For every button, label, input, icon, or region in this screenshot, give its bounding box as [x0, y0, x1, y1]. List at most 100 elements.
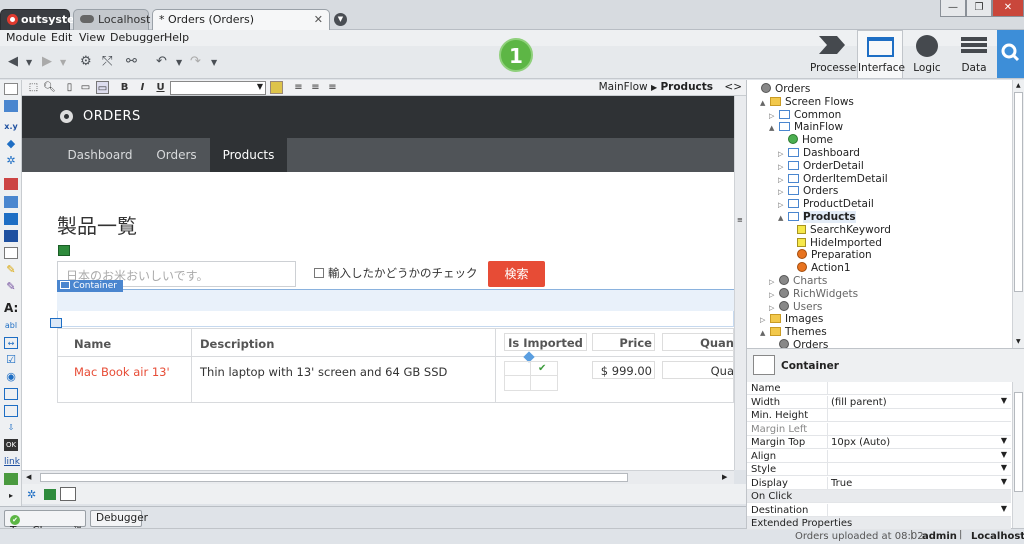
table-row[interactable]: Mac Book air 13' Thin laptop with 13' sc… — [58, 351, 734, 403]
tree-node[interactable]: ▷ Dashboard — [778, 147, 860, 159]
list-records-widget-icon[interactable] — [4, 213, 18, 225]
canvas-horizontal-scrollbar[interactable]: ◀ ▶ — [22, 470, 734, 484]
collapse-arrow-icon[interactable]: ▲ — [778, 214, 786, 222]
style-icon[interactable] — [270, 81, 283, 94]
mobile-preview-icon[interactable]: ▯ — [63, 81, 76, 94]
redo-icon[interactable]: ↷ — [190, 54, 201, 69]
tree-node[interactable]: Action1 — [787, 262, 851, 274]
tab-orders-module[interactable]: * Orders (Orders) ✕ — [152, 9, 330, 31]
button-widget-icon[interactable]: ✎ — [4, 281, 18, 293]
excel-small-icon[interactable] — [44, 489, 56, 500]
status-server[interactable]: Localhost — [971, 531, 1024, 542]
tree-node[interactable]: Home — [778, 134, 833, 146]
combo-widget-icon[interactable] — [4, 388, 18, 400]
chevron-down-icon[interactable]: ▼ — [1001, 396, 1007, 405]
expand-arrow-icon[interactable]: ▷ — [769, 112, 777, 120]
expression-widget-icon[interactable]: x.y — [4, 121, 18, 133]
column-header-description[interactable]: Description — [200, 337, 274, 351]
close-tab-icon[interactable]: ✕ — [314, 13, 323, 26]
tab-debugger[interactable]: Debugger — [90, 510, 148, 527]
column-header-price[interactable]: Price — [592, 333, 655, 351]
tree-node[interactable]: ▷ OrderDetail — [778, 160, 864, 172]
imported-checkbox[interactable] — [314, 268, 324, 278]
app-nav-products[interactable]: Products — [210, 138, 287, 172]
references-icon[interactable]: ⤲ — [102, 54, 112, 69]
align-left-icon[interactable]: ≡ — [292, 81, 305, 94]
label-widget-icon[interactable]: abl — [4, 320, 18, 332]
align-right-icon[interactable]: ≡ — [326, 81, 339, 94]
menu-debugger[interactable]: Debugger — [110, 31, 164, 44]
tab-outsystems-logo[interactable]: outsystems — [0, 9, 93, 30]
property-row[interactable]: Align ▼ — [747, 449, 1011, 463]
collapse-arrow-icon[interactable]: ▲ — [769, 124, 777, 132]
app-nav-dashboard[interactable]: Dashboard — [58, 138, 142, 172]
column-header-quantity[interactable]: Quan — [662, 333, 734, 351]
link-widget-icon[interactable]: ✎ — [4, 264, 18, 276]
container-highlight[interactable] — [57, 289, 734, 311]
expand-arrow-icon[interactable]: ▷ — [769, 291, 777, 299]
column-header-name[interactable]: Name — [74, 337, 111, 351]
property-value[interactable]: 10px (Auto) — [831, 437, 890, 448]
tree-node[interactable]: HideImported — [787, 237, 882, 249]
property-row[interactable]: Margin Left — [747, 422, 1011, 436]
property-row[interactable]: Destination ▼ — [747, 503, 1011, 517]
italic-button[interactable]: I — [136, 81, 149, 94]
tree-node[interactable]: ▲ Themes — [760, 326, 827, 338]
property-row[interactable]: Width (fill parent) ▼ — [747, 395, 1011, 409]
chevron-down-icon[interactable]: ▼ — [1001, 463, 1007, 472]
product-name-link[interactable]: Mac Book air 13' — [74, 365, 170, 379]
expand-arrow-icon[interactable]: ▷ — [769, 278, 777, 286]
property-row[interactable]: Min. Height — [747, 409, 1011, 422]
menu-edit[interactable]: Edit — [51, 31, 72, 44]
chevron-down-icon[interactable]: ▼ — [1001, 450, 1007, 459]
scroll-right-icon[interactable]: ▶ — [722, 473, 727, 481]
expand-arrow-icon[interactable]: ▷ — [778, 188, 786, 196]
app-nav-orders[interactable]: Orders — [142, 138, 211, 172]
textarea-widget-icon[interactable] — [4, 405, 18, 417]
tree-node[interactable]: ▷ OrderItemDetail — [778, 173, 888, 185]
property-row[interactable]: Display True ▼ — [747, 476, 1011, 490]
desktop-preview-icon[interactable]: ▭ — [96, 81, 109, 94]
tree-node[interactable]: ▷ Orders — [778, 185, 838, 197]
expand-arrow-icon[interactable]: ▷ — [769, 304, 777, 312]
chevron-down-icon[interactable]: ▼ — [1001, 436, 1007, 445]
publish-button[interactable]: 1 — [499, 38, 533, 72]
property-row[interactable]: Margin Top 10px (Auto) ▼ — [747, 436, 1011, 449]
dependencies-icon[interactable]: ⚯ — [126, 54, 137, 69]
image-widget-icon[interactable] — [4, 473, 18, 485]
menu-module[interactable]: Module — [6, 31, 46, 44]
property-row[interactable]: On Click — [747, 490, 1011, 503]
status-user[interactable]: admin — [922, 531, 957, 542]
tree-scroll-thumb[interactable] — [1014, 92, 1023, 292]
back-dropdown-icon[interactable]: ▼ — [26, 58, 32, 67]
chevron-down-icon[interactable]: ▼ — [1001, 477, 1007, 486]
menu-view[interactable]: View — [79, 31, 105, 44]
tablet-preview-icon[interactable]: ▭ — [79, 81, 92, 94]
tree-node[interactable]: Orders — [751, 83, 810, 95]
font-select[interactable]: ▼ — [170, 81, 266, 95]
tree-node[interactable]: ▷ Charts — [769, 275, 827, 287]
close-window-button[interactable]: ✕ — [992, 0, 1024, 17]
list-widget-icon[interactable] — [4, 196, 18, 208]
expand-arrow-icon[interactable]: ▷ — [778, 150, 786, 158]
undo-dropdown-icon[interactable]: ▼ — [176, 58, 182, 67]
tree-node[interactable]: Preparation — [787, 249, 872, 261]
back-icon[interactable]: ◀ — [8, 54, 18, 69]
properties-scrollbar[interactable] — [1012, 382, 1024, 528]
zoom-select-icon[interactable]: ⬚ — [27, 81, 40, 94]
web-block-icon[interactable]: ✲ — [27, 488, 36, 501]
screen-canvas[interactable]: ORDERS Dashboard Orders Products 製品一覧 日本… — [22, 96, 734, 470]
property-value[interactable]: (fill parent) — [831, 397, 887, 408]
tree-node[interactable]: ▷ Users — [769, 300, 822, 313]
column-header-is-imported[interactable]: Is Imported — [504, 333, 587, 351]
property-row[interactable]: Name — [747, 382, 1011, 395]
tab-localhost[interactable]: Localhost — [73, 9, 150, 30]
tree-node[interactable]: SearchKeyword — [787, 224, 891, 236]
input-widget-icon[interactable]: ↔ — [4, 337, 18, 349]
radio-widget-icon[interactable]: ◉ — [4, 371, 18, 383]
canvas-vertical-scrollbar[interactable]: ≡ — [734, 96, 746, 470]
tree-node[interactable]: ▲ Products — [778, 211, 856, 223]
tab-processes[interactable]: Processes — [810, 30, 862, 78]
forward-dropdown-icon[interactable]: ▼ — [60, 58, 66, 67]
chevron-down-icon[interactable]: ▼ — [1001, 504, 1007, 513]
